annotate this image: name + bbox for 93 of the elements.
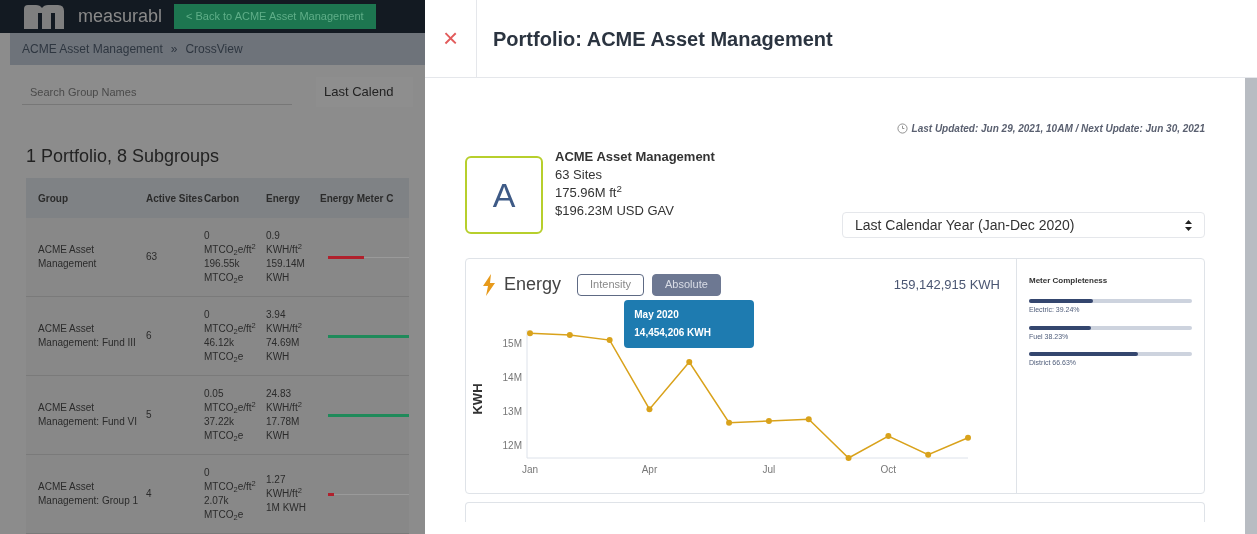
carbon-value: MTCO$_{2}$e/ft$^{2}$ [204, 243, 257, 257]
column-header[interactable]: Energy Meter C [320, 190, 409, 206]
breadcrumb-link[interactable]: ACME Asset Management [22, 40, 163, 59]
data-point [885, 433, 892, 440]
back-button[interactable]: < Back to ACME Asset Management [174, 4, 376, 29]
x-tick-label: Oct [880, 464, 897, 475]
group-cell-text: ACME Asset Management: Fund III [37, 322, 137, 350]
sites-cell-text: 6 [146, 329, 153, 343]
y-tick-label: 12M [502, 439, 522, 451]
sites-cell-text: 4 [146, 487, 153, 501]
energy-value: 74.69M [266, 336, 301, 350]
energy-total: 159,142,915 KWH [893, 275, 1000, 294]
carbon-value: 37.22k [204, 415, 236, 429]
axis-title: KWH [470, 383, 485, 415]
carbon-value: MTCO$_{2}$e/ft$^{2}$ [204, 401, 257, 415]
energy-value: KWH/ft$^{2}$ [266, 243, 303, 257]
y-tick-label: 13M [502, 405, 522, 417]
y-tick-label: 14M [502, 372, 522, 384]
energy-value: 1M KWH [266, 501, 307, 515]
carbon-value: 0 [204, 229, 211, 243]
breadcrumb-current: CrossView [185, 41, 243, 59]
energy-value: KWH/ft$^{2}$ [266, 401, 303, 415]
panel-title: Portfolio: ACME Asset Management [493, 26, 833, 52]
portfolio-detail: 63 Sites [555, 166, 603, 184]
column-header[interactable]: Carbon [204, 190, 266, 206]
breadcrumb-separator: » [170, 41, 178, 59]
logo-text: measurabl [78, 5, 163, 29]
update-info: Last Updated: Jun 29, 2021, 10AM / Next Update: Jun 30, 2021 [911, 122, 1205, 136]
carbon-value: 0 [204, 308, 211, 322]
portfolio-name: ACME Asset Management [555, 148, 715, 166]
energy-value: 1.27 [266, 473, 287, 487]
column-header[interactable]: Active Sites [146, 190, 204, 206]
energy-value: KWH/ft$^{2}$ [266, 487, 303, 501]
tooltip-date: May 2020 [634, 308, 680, 322]
carbon-value: MTCO$_{2}$e/ft$^{2}$ [204, 480, 257, 494]
carbon-value: 0.05 [204, 387, 225, 401]
column-header[interactable]: Group [26, 190, 146, 206]
group-cell-text: ACME Asset Management: Group 1 [37, 480, 140, 508]
data-point [965, 434, 971, 441]
carbon-value: 46.12k [204, 336, 236, 350]
sites-cell-text: 63 [146, 250, 159, 264]
carbon-value: MTCO$_{2}$e [204, 429, 245, 443]
carbon-value: 196.55k [204, 257, 241, 271]
data-point [765, 417, 772, 424]
portfolio-avatar: A [465, 156, 543, 234]
summary-heading: 1 Portfolio, 8 Subgroups [25, 145, 221, 168]
data-point [845, 455, 852, 461]
carbon-value: MTCO$_{2}$e/ft$^{2}$ [204, 322, 257, 336]
carbon-value: MTCO$_{2}$e [204, 350, 245, 364]
energy-value: KWH [266, 429, 291, 443]
sites-cell-text: 5 [146, 408, 153, 422]
data-point [527, 330, 533, 337]
group-cell-text: ACME Asset Management [37, 243, 98, 271]
group-cell-text: ACME Asset Management: Fund VI [37, 401, 138, 429]
carbon-value: 0 [204, 466, 211, 480]
select-arrows-icon [1185, 219, 1192, 231]
energy-value: 24.83 [266, 387, 293, 401]
energy-value: KWH [266, 350, 291, 364]
logo-icon [22, 2, 66, 31]
energy-value: 0.9 [266, 229, 281, 243]
carbon-value: 2.07k [204, 494, 230, 508]
x-tick-label: Jul [762, 464, 776, 475]
energy-value: 159.14M [266, 257, 306, 271]
x-tick-label: Jan [521, 464, 539, 475]
y-tick-label: 15M [502, 338, 522, 350]
clock-icon [896, 123, 908, 134]
scrollbar[interactable] [1245, 78, 1257, 534]
mode-toggle[interactable]: Intensity [577, 273, 644, 296]
lightning-icon [482, 273, 496, 296]
portfolio-detail: $196.23M USD GAV [555, 202, 675, 220]
column-header[interactable]: Energy [266, 190, 320, 206]
data-point [686, 359, 693, 365]
period-select[interactable]: Last Calendar Year (Jan-Dec 2020) [842, 212, 1205, 238]
x-tick-label: Apr [641, 464, 658, 475]
energy-value: 17.78M [266, 415, 301, 429]
data-point [726, 419, 733, 426]
close-button[interactable]: × [425, 0, 477, 77]
carbon-value: MTCO$_{2}$e [204, 508, 245, 522]
tooltip-value: 14,454,206 KWH [634, 326, 712, 340]
data-point [566, 332, 573, 339]
carbon-value: MTCO$_{2}$e [204, 271, 245, 285]
card-title: Energy [504, 273, 562, 296]
data-point [606, 337, 613, 344]
energy-value: KWH/ft$^{2}$ [266, 322, 303, 336]
mode-toggle[interactable]: Absolute [652, 273, 721, 296]
meter-panel-title: Meter Completeness [1029, 275, 1109, 287]
data-point [805, 416, 812, 423]
energy-value: KWH [266, 271, 291, 285]
data-point [646, 406, 653, 413]
energy-value: 3.94 [266, 308, 287, 322]
data-point [925, 451, 932, 458]
portfolio-detail: 175.96M ft$^{2}$ [555, 184, 623, 202]
search-field[interactable]: Search Group Names [22, 79, 292, 105]
